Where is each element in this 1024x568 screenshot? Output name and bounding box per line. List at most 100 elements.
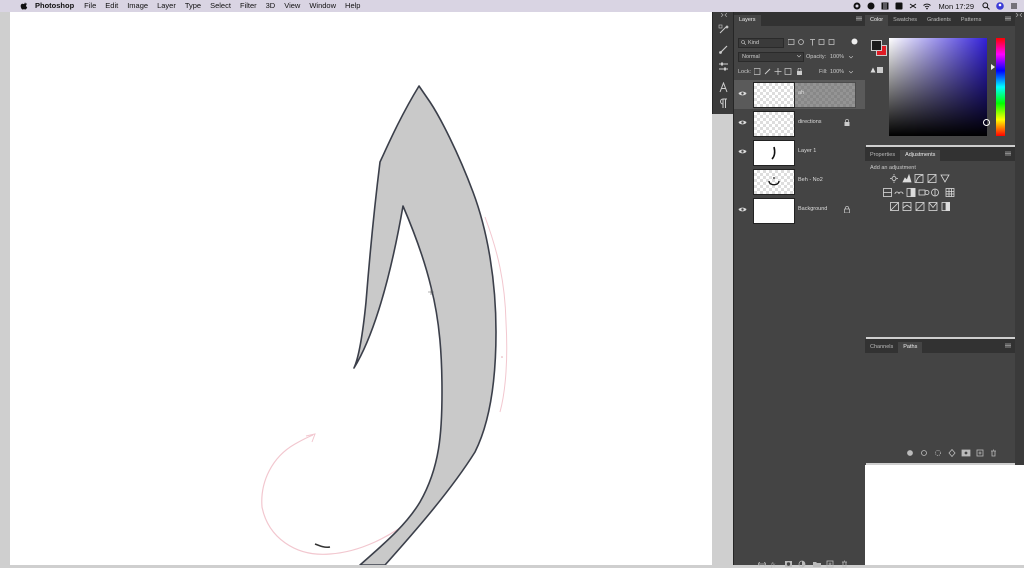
character-panel-icon[interactable] xyxy=(718,82,729,93)
color-picker-marker[interactable] xyxy=(983,119,990,126)
opacity-label: Opacity: xyxy=(806,54,826,60)
paths-bottom-toolbar[interactable] xyxy=(907,449,1001,457)
cloud-icon[interactable] xyxy=(867,2,875,10)
color-field[interactable] xyxy=(889,38,987,136)
menu-type[interactable]: Type xyxy=(185,0,201,12)
lock-options-icons[interactable] xyxy=(754,68,804,75)
layer-row[interactable]: Layer 1 xyxy=(734,138,866,167)
layer-lock-icon xyxy=(844,206,850,213)
tab-properties[interactable]: Properties xyxy=(865,150,900,161)
menu-image[interactable]: Image xyxy=(127,0,148,12)
hue-slider-handle-icon[interactable] xyxy=(991,64,995,70)
opacity-value[interactable]: 100% xyxy=(830,54,844,60)
layers-panel-tabs: Layers xyxy=(734,12,866,26)
layers-panel: Layers Kind Normal Opacity: 100% Lock: F… xyxy=(733,12,866,565)
tab-adjustments[interactable]: Adjustments xyxy=(900,150,940,161)
menu-window[interactable]: Window xyxy=(309,0,336,12)
layer-kind-filter[interactable]: Kind xyxy=(738,38,784,48)
collapse-arrows-icon[interactable] xyxy=(721,13,727,17)
layer-name[interactable]: Layer 1 xyxy=(798,148,816,154)
visibility-eye-icon[interactable] xyxy=(738,90,747,97)
menu-select[interactable]: Select xyxy=(210,0,231,12)
tab-gradients[interactable]: Gradients xyxy=(922,15,956,26)
paths-panel-tabs: Channels Paths xyxy=(865,339,1015,353)
tab-paths[interactable]: Paths xyxy=(898,342,922,353)
pink-dot xyxy=(501,356,503,358)
apple-icon[interactable] xyxy=(19,1,29,11)
layer-row[interactable]: Beh - No2 xyxy=(734,167,866,196)
menu-help[interactable]: Help xyxy=(345,0,360,12)
visibility-eye-icon[interactable] xyxy=(738,206,747,213)
layer-name[interactable]: ah xyxy=(798,90,804,96)
foreground-color-swatch[interactable] xyxy=(871,40,882,51)
layer-thumbnail xyxy=(753,82,795,108)
layer-filter-icons[interactable] xyxy=(788,39,848,46)
panel-menu-icon[interactable] xyxy=(856,16,862,21)
tab-channels[interactable]: Channels xyxy=(865,342,898,353)
menu-view[interactable]: View xyxy=(284,0,300,12)
bluetooth-icon[interactable] xyxy=(895,2,903,10)
adjustment-icons-row-3[interactable] xyxy=(890,202,950,211)
tool-strip xyxy=(712,12,734,114)
layer-row[interactable]: Background xyxy=(734,196,866,225)
menu-app-name[interactable]: Photoshop xyxy=(35,0,74,12)
layer-row[interactable]: directions xyxy=(734,109,866,138)
record-icon[interactable] xyxy=(853,2,861,10)
layers-bottom-toolbar[interactable]: fx xyxy=(758,560,853,568)
desktop-area xyxy=(865,465,1024,565)
adjustments-panel: Properties Adjustments Add an adjustment xyxy=(865,147,1015,337)
tab-layers[interactable]: Layers xyxy=(734,15,761,26)
layer-name[interactable]: Background xyxy=(798,206,827,212)
spotlight-search-icon[interactable] xyxy=(982,2,990,10)
collapse-arrows-icon[interactable] xyxy=(1016,13,1022,17)
opacity-chevron-icon[interactable] xyxy=(849,56,853,59)
layer-thumbnail xyxy=(753,140,795,166)
lock-label: Lock: xyxy=(738,69,751,75)
adjustment-icons-row-1[interactable] xyxy=(890,174,950,183)
fill-value[interactable]: 100% xyxy=(830,69,844,75)
tab-swatches[interactable]: Swatches xyxy=(888,15,922,26)
dropbox-icon[interactable] xyxy=(909,2,917,10)
layer-name[interactable]: Beh - No2 xyxy=(798,177,823,183)
grid-icon[interactable] xyxy=(881,2,889,10)
adjust-sliders-icon[interactable] xyxy=(718,61,729,72)
web-safe-color-icon[interactable] xyxy=(877,67,883,73)
hue-slider[interactable] xyxy=(996,38,1005,136)
menu-layer[interactable]: Layer xyxy=(157,0,176,12)
letter-shape xyxy=(354,86,496,565)
visibility-eye-icon[interactable] xyxy=(738,119,747,126)
notification-center-icon[interactable] xyxy=(1010,2,1018,10)
menu-edit[interactable]: Edit xyxy=(105,0,118,12)
document-canvas[interactable] xyxy=(10,12,712,565)
chevron-down-icon xyxy=(797,55,801,58)
blend-mode-select[interactable]: Normal xyxy=(738,52,804,62)
user-avatar-icon[interactable] xyxy=(996,2,1004,10)
wifi-icon[interactable] xyxy=(923,2,931,10)
filter-toggle-icon[interactable] xyxy=(851,38,858,45)
brush-settings-icon[interactable] xyxy=(718,44,729,55)
tab-color[interactable]: Color xyxy=(865,15,888,26)
layer-name[interactable]: directions xyxy=(798,119,822,125)
menu-file[interactable]: File xyxy=(84,0,96,12)
menu-3d[interactable]: 3D xyxy=(266,0,276,12)
adjustment-icons-row-2[interactable] xyxy=(883,188,957,197)
layer-lock-icon xyxy=(844,119,850,126)
fill-chevron-icon[interactable] xyxy=(849,71,853,74)
paragraph-panel-icon[interactable] xyxy=(718,98,729,109)
paths-panel: Channels Paths xyxy=(865,339,1015,463)
menu-clock[interactable]: Mon 17:29 xyxy=(939,2,974,11)
color-panel-tabs: Color Swatches Gradients Patterns xyxy=(865,12,1015,26)
panel-menu-icon[interactable] xyxy=(1005,151,1011,156)
search-icon xyxy=(741,40,746,45)
menu-filter[interactable]: Filter xyxy=(240,0,257,12)
history-brush-icon[interactable] xyxy=(718,24,729,35)
panel-menu-icon[interactable] xyxy=(1005,16,1011,21)
fill-label: Fill: xyxy=(819,69,828,75)
beh-thumb-glyph xyxy=(767,175,781,189)
add-adjustment-hint: Add an adjustment xyxy=(870,165,916,171)
tab-patterns[interactable]: Patterns xyxy=(956,15,986,26)
panel-dock-gutter xyxy=(1015,12,1024,465)
layer-row[interactable]: ah xyxy=(734,80,866,109)
visibility-eye-icon[interactable] xyxy=(738,148,747,155)
panel-menu-icon[interactable] xyxy=(1005,343,1011,348)
